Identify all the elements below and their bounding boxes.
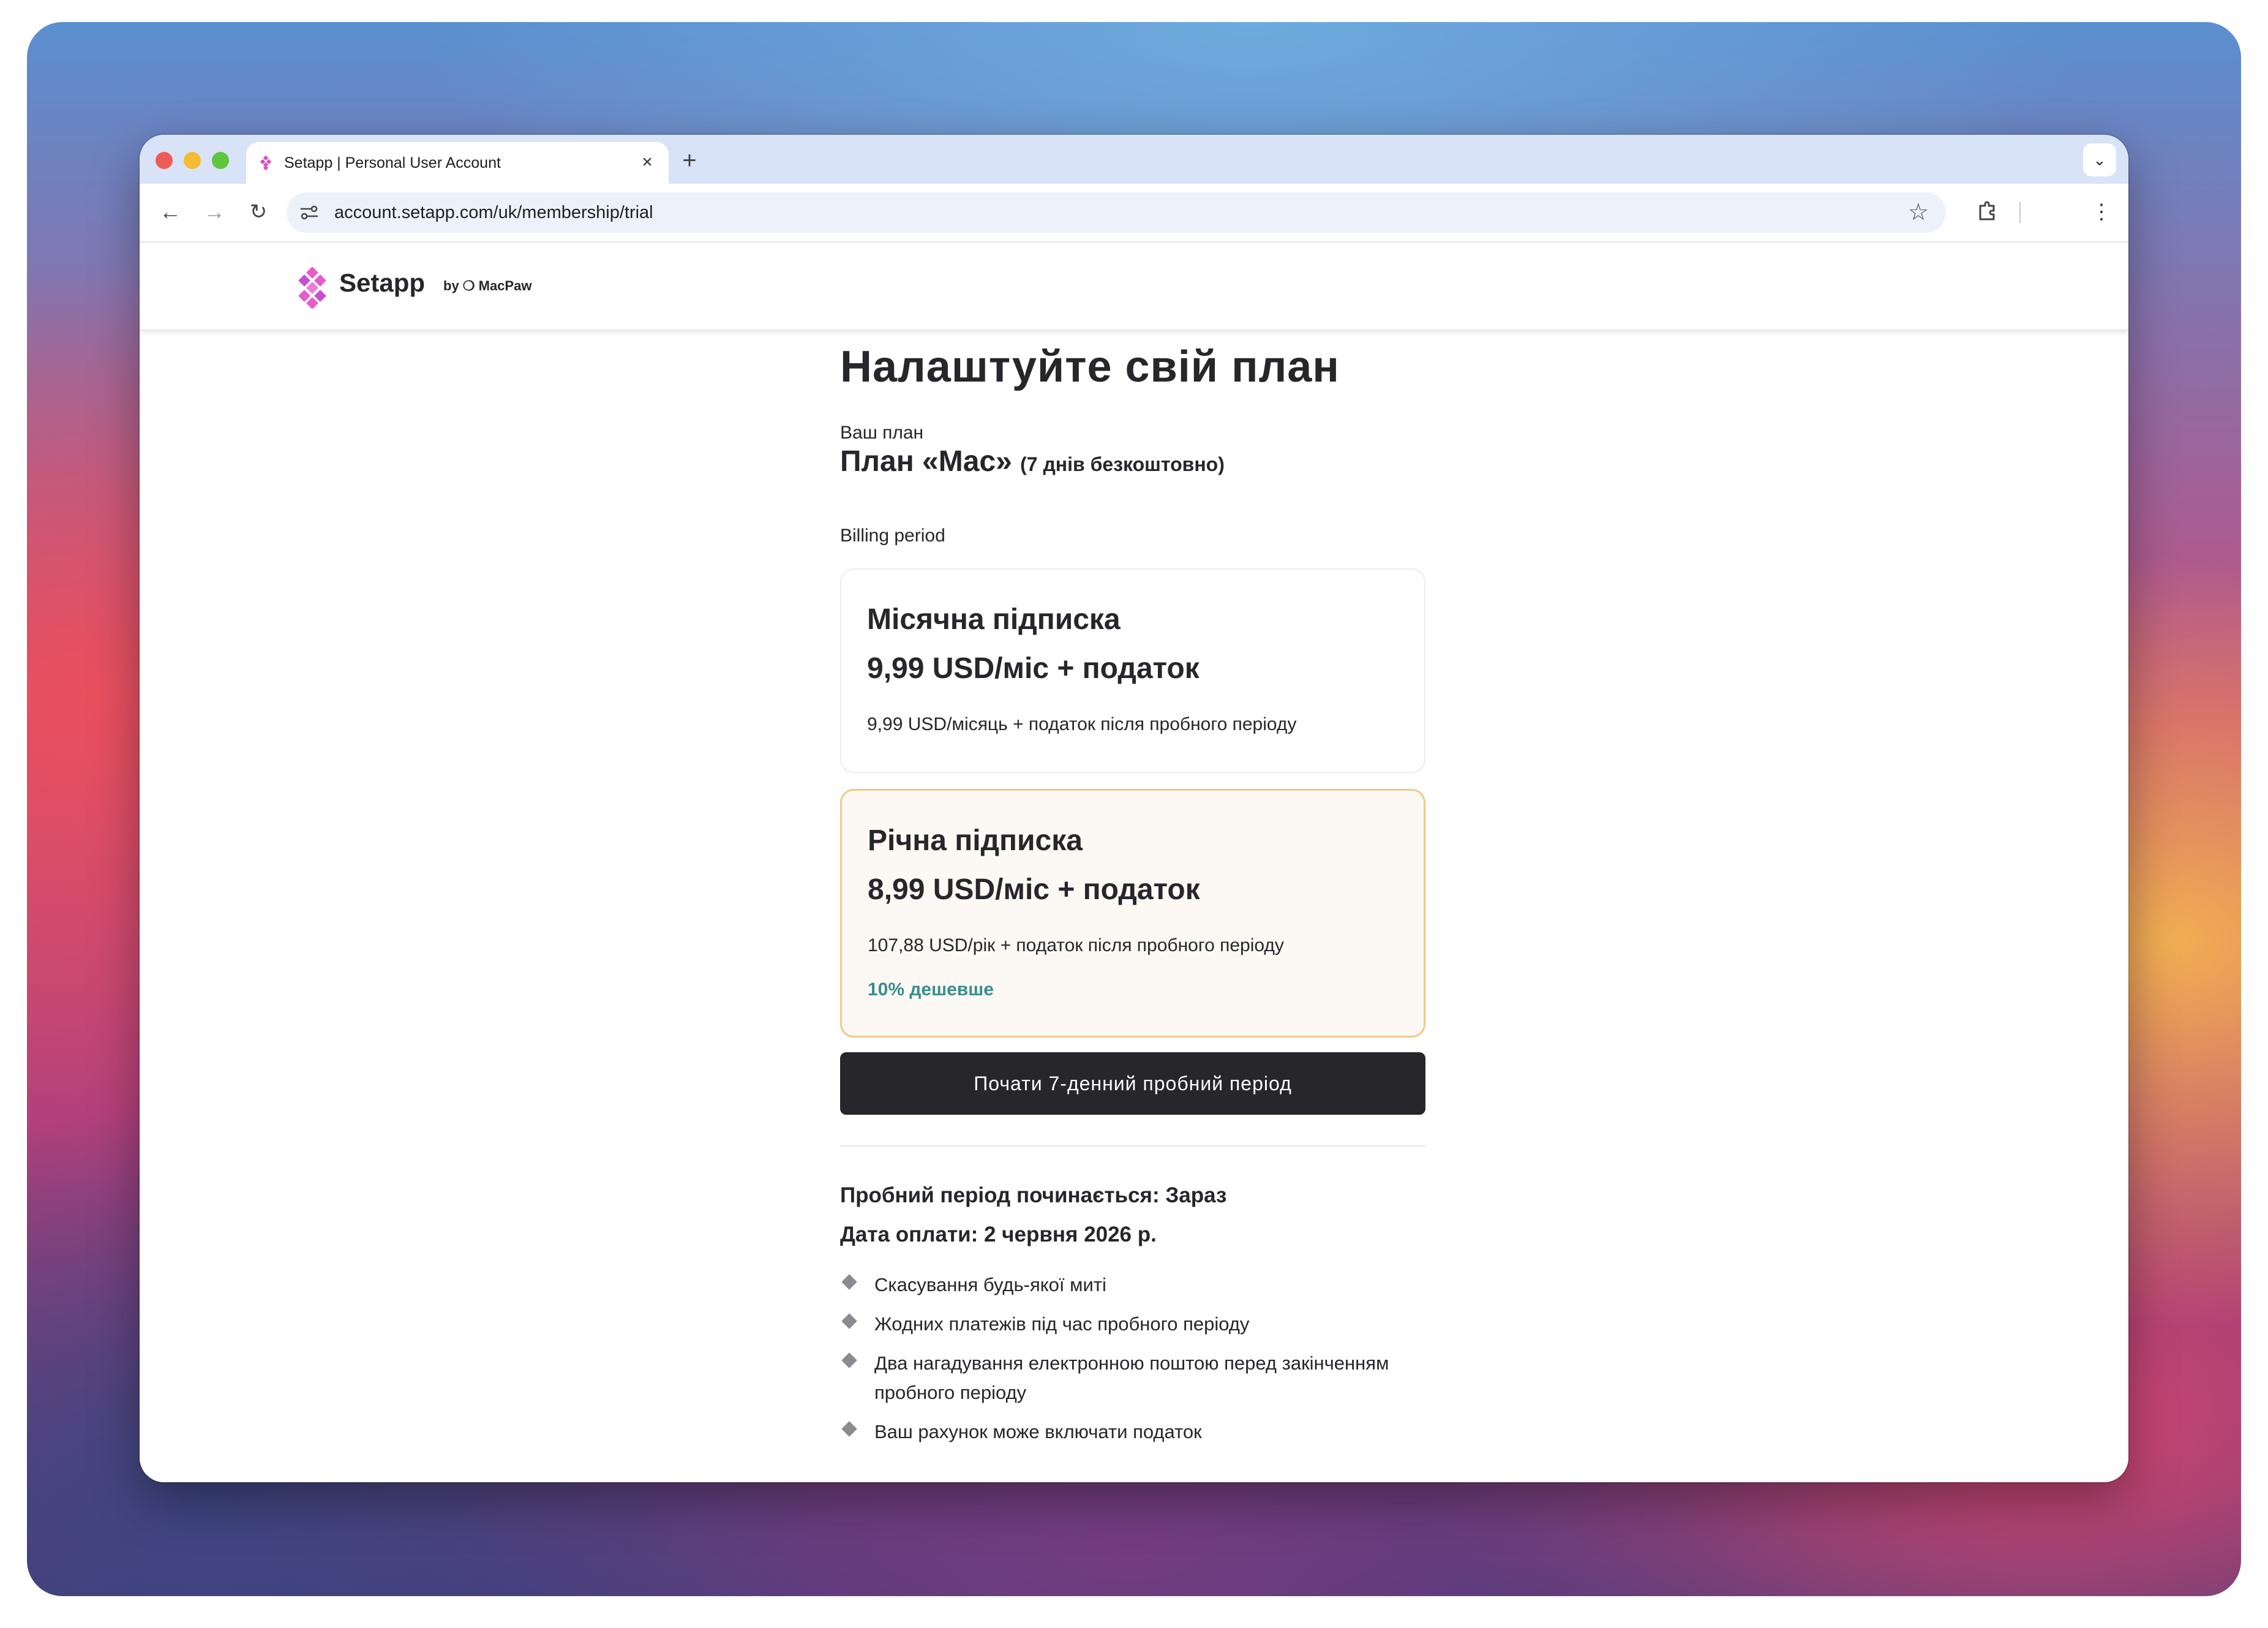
- start-trial-button[interactable]: Почати 7-денний пробний період: [840, 1052, 1425, 1115]
- reload-icon[interactable]: ↻: [242, 196, 274, 228]
- tab-title: Setapp | Personal User Account: [284, 154, 501, 171]
- browser-toolbar: ← → ↻ account.setapp.com/uk/membership/t…: [140, 184, 2128, 243]
- benefit-text: Два нагадування електронною поштою перед…: [874, 1352, 1389, 1403]
- monthly-plan-note: 9,99 USD/місяць + податок після пробного…: [867, 714, 1297, 734]
- plan-name: План «Mac» (7 днів безкоштовно): [840, 445, 1225, 478]
- close-tab-icon[interactable]: ×: [636, 151, 659, 174]
- monthly-plan-price: 9,99 USD/міс + податок: [867, 652, 1200, 685]
- site-header: Setapp by ❍ MacPaw: [140, 243, 2128, 331]
- close-window-button[interactable]: [156, 152, 173, 169]
- benefit-text: Жодних платежів під час пробного періоду: [874, 1313, 1250, 1335]
- url-text[interactable]: account.setapp.com/uk/membership/trial: [334, 203, 653, 223]
- monthly-plan-card[interactable]: Місячна підписка 9,99 USD/міс + податок …: [840, 568, 1425, 773]
- plan-name-text: План «Mac»: [840, 445, 1012, 478]
- forward-arrow-icon[interactable]: →: [198, 196, 230, 228]
- diamond-bullet-icon: [841, 1274, 857, 1290]
- new-tab-button[interactable]: +: [674, 145, 705, 176]
- page-viewport: Setapp by ❍ MacPaw Налаштуйте свій план …: [140, 243, 2128, 1482]
- benefit-text: Скасування будь-якої миті: [874, 1274, 1106, 1295]
- setapp-logo-icon[interactable]: [296, 267, 328, 309]
- logo-text[interactable]: Setapp: [339, 268, 425, 298]
- payment-date-text: Дата оплати: 2 червня 2026 р.: [840, 1223, 1157, 1246]
- annual-plan-price: 8,99 USD/міс + податок: [868, 873, 1200, 906]
- trial-start-text: Пробний період починається: Зараз: [840, 1183, 1227, 1207]
- billing-period-label: Billing period: [840, 526, 945, 546]
- site-settings-icon[interactable]: [299, 202, 320, 223]
- page-title: Налаштуйте свій план: [840, 342, 1340, 391]
- logo-by-macpaw: by ❍ MacPaw: [443, 278, 532, 293]
- minimize-window-button[interactable]: [184, 152, 201, 169]
- diamond-bullet-icon: [841, 1313, 857, 1329]
- monthly-plan-title: Місячна підписка: [867, 603, 1121, 636]
- plan-trial-text: (7 днів безкоштовно): [1020, 453, 1225, 475]
- diamond-bullet-icon: [841, 1352, 857, 1368]
- toolbar-separator: [2019, 202, 2021, 223]
- plan-label: Ваш план: [840, 423, 924, 443]
- extensions-puzzle-icon[interactable]: [1974, 197, 2001, 224]
- setapp-favicon-icon: [260, 156, 272, 170]
- annual-plan-title: Річна підписка: [868, 824, 1083, 857]
- bookmark-star-icon[interactable]: ☆: [1908, 197, 1929, 228]
- annual-plan-card[interactable]: Річна підписка 8,99 USD/міс + податок 10…: [840, 789, 1425, 1038]
- browser-window: Setapp | Personal User Account × + ⌄ ← →…: [140, 135, 2128, 1482]
- tab-search-chevron-icon[interactable]: ⌄: [2083, 143, 2116, 176]
- annual-plan-note: 107,88 USD/рік + податок після пробного …: [868, 935, 1284, 955]
- zoom-window-button[interactable]: [212, 152, 229, 169]
- section-divider: [840, 1145, 1425, 1147]
- address-bar[interactable]: account.setapp.com/uk/membership/trial ☆: [287, 192, 1946, 233]
- tab-strip: Setapp | Personal User Account × + ⌄: [140, 135, 2128, 184]
- benefit-text: Ваш рахунок може включати податок: [874, 1421, 1202, 1442]
- discount-badge: 10% дешевше: [868, 979, 994, 1000]
- more-menu-icon[interactable]: ⋮: [2089, 196, 2114, 228]
- diamond-bullet-icon: [841, 1421, 857, 1437]
- tab-setapp[interactable]: Setapp | Personal User Account ×: [246, 142, 669, 184]
- back-arrow-icon[interactable]: ←: [154, 196, 186, 228]
